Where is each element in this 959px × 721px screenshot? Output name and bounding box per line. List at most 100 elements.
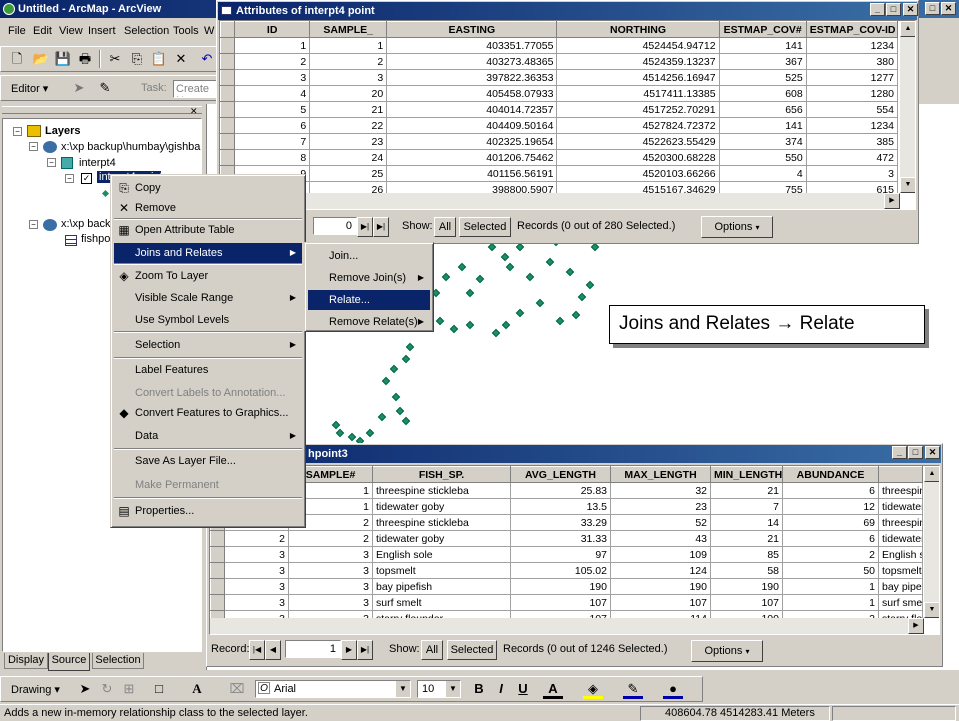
context-menu-item[interactable]: Selection ▶: [114, 335, 302, 355]
submenu-join[interactable]: Join...: [308, 246, 430, 266]
table-cell[interactable]: 1: [234, 37, 311, 54]
table-cell[interactable]: 8: [234, 149, 311, 166]
font-size-dropdown[interactable]: 10 ▼: [417, 680, 461, 698]
table-cell[interactable]: 4524359.13237: [556, 53, 720, 70]
table-row[interactable]: 33English sole97109852English so: [210, 546, 923, 563]
table-cell[interactable]: 6: [782, 530, 879, 547]
table-cell[interactable]: 7: [234, 133, 311, 150]
menu-tools[interactable]: Tools: [173, 25, 199, 37]
table-cell[interactable]: 190: [610, 578, 711, 595]
toc-layers-label[interactable]: Layers: [45, 125, 80, 137]
table-cell[interactable]: tidewater goby: [372, 498, 511, 515]
toc-tab-display[interactable]: Display: [4, 653, 48, 669]
scroll-right-icon[interactable]: ▶: [908, 618, 924, 634]
main-maximize-button[interactable]: □: [925, 2, 940, 15]
table-cell[interactable]: 4520300.68228: [556, 149, 720, 166]
toc-group-2[interactable]: x:\xp backu: [61, 218, 117, 230]
table-cell[interactable]: 25.83: [510, 482, 611, 499]
table-cell[interactable]: 124: [610, 562, 711, 579]
row-selector[interactable]: [220, 53, 236, 70]
table-cell[interactable]: 380: [805, 53, 899, 70]
table-cell[interactable]: topsmelt: [878, 562, 923, 579]
table-cell[interactable]: 6: [782, 482, 879, 499]
delete-icon[interactable]: ✕: [171, 49, 191, 69]
table1-minimize-button[interactable]: _: [870, 3, 885, 16]
zoom-whole-page-icon[interactable]: ⊞: [119, 679, 139, 699]
table-cell[interactable]: 190: [510, 578, 611, 595]
table-cell[interactable]: 3: [224, 578, 289, 595]
context-menu-item[interactable]: ✕ Remove: [114, 198, 302, 218]
toc-table-fishpoint[interactable]: fishpoi: [81, 233, 113, 245]
table-cell[interactable]: bay pipefi: [878, 578, 923, 595]
drawing-menu[interactable]: Drawing ▾: [11, 683, 60, 696]
row-selector[interactable]: [220, 101, 236, 118]
editor-menu[interactable]: Editor ▾: [11, 82, 48, 95]
context-menu-item[interactable]: Data ▶: [114, 426, 302, 446]
menu-file[interactable]: File: [8, 25, 26, 37]
table-cell[interactable]: 97: [510, 546, 611, 563]
record-field[interactable]: 1: [285, 640, 341, 658]
save-icon[interactable]: 💾: [53, 49, 73, 69]
new-icon[interactable]: 🗋: [7, 49, 27, 69]
table-row[interactable]: 3 3 topsmelt 105.02 124 58 50 topsmelt: [210, 562, 923, 579]
table-cell[interactable]: topsmelt: [372, 562, 511, 579]
column-header[interactable]: ABUNDANCE: [782, 466, 879, 483]
table-cell[interactable]: 21: [710, 482, 783, 499]
table-cell[interactable]: 52: [610, 514, 711, 531]
table-cell[interactable]: 32: [610, 482, 711, 499]
context-menu-item[interactable]: ◆ Convert Features to Graphics...: [114, 403, 302, 423]
rotate-icon[interactable]: ↻: [97, 679, 117, 699]
next-record-button[interactable]: ▶: [341, 640, 357, 660]
table-cell[interactable]: 4524454.94712: [556, 37, 720, 54]
table-cell[interactable]: 3: [288, 578, 373, 595]
table-cell[interactable]: 5: [234, 101, 311, 118]
options-button[interactable]: Options ▾: [701, 216, 773, 238]
table-cell[interactable]: 3: [224, 562, 289, 579]
table-cell[interactable]: 6: [234, 117, 311, 134]
table-cell[interactable]: bay pipefish: [372, 578, 511, 595]
context-menu-item[interactable]: Label Features: [114, 360, 302, 380]
table-cell[interactable]: 656: [718, 101, 807, 118]
table-cell[interactable]: 1: [782, 578, 879, 595]
table-cell[interactable]: 3: [288, 594, 373, 611]
table-cell[interactable]: 2: [782, 546, 879, 563]
table-cell[interactable]: 608: [718, 85, 807, 102]
expand-icon[interactable]: −: [13, 127, 22, 136]
table-cell[interactable]: 397822.36353: [386, 69, 558, 86]
table-cell[interactable]: 24: [309, 149, 388, 166]
toc-close-icon[interactable]: ✕: [190, 106, 198, 117]
table1-close-button[interactable]: ✕: [903, 3, 918, 16]
table-cell[interactable]: 25: [309, 165, 388, 182]
callout-tool-icon[interactable]: ⌧: [227, 679, 247, 699]
table-cell[interactable]: 4: [234, 85, 311, 102]
context-menu-item[interactable]: ⎘ Copy: [114, 178, 302, 198]
new-text-icon[interactable]: A: [187, 679, 207, 699]
copy-tool-icon[interactable]: ⎘: [127, 49, 147, 69]
table-cell[interactable]: 367: [718, 53, 807, 70]
table-cell[interactable]: 105.02: [510, 562, 611, 579]
column-header[interactable]: [878, 466, 923, 483]
table-cell[interactable]: 69: [782, 514, 879, 531]
table1-horizontal-scrollbar[interactable]: ▶: [220, 193, 900, 209]
sketch-pencil-icon[interactable]: ✎: [95, 78, 115, 98]
table-cell[interactable]: 402325.19654: [386, 133, 558, 150]
print-icon[interactable]: 🖶: [75, 49, 95, 69]
task-dropdown[interactable]: Create N: [173, 80, 219, 98]
table-cell[interactable]: 31.33: [510, 530, 611, 547]
table-cell[interactable]: threespin: [878, 514, 923, 531]
table-cell[interactable]: 190: [710, 578, 783, 595]
table-row[interactable]: 1 tidewater goby 13.5 23 7 12 tidewater: [210, 498, 923, 515]
toc-group-1[interactable]: x:\xp backup\humbay\gishba: [61, 141, 200, 153]
table-cell[interactable]: 405458.07933: [386, 85, 558, 102]
table-cell[interactable]: 3: [234, 69, 311, 86]
toc-layer-interpt4[interactable]: interpt4: [79, 157, 116, 169]
table-row[interactable]: 8 24 401206.75462 4520300.68228 550 472: [220, 149, 899, 166]
table1-maximize-button[interactable]: □: [886, 3, 901, 16]
table-cell[interactable]: 4520103.66266: [556, 165, 720, 182]
line-color-icon[interactable]: ✎: [623, 679, 643, 699]
table-cell[interactable]: 3: [224, 594, 289, 611]
table-cell[interactable]: 3: [805, 165, 899, 182]
show-all-button[interactable]: All: [421, 640, 443, 660]
rectangle-icon[interactable]: □: [149, 679, 169, 699]
table-cell[interactable]: 107: [510, 594, 611, 611]
